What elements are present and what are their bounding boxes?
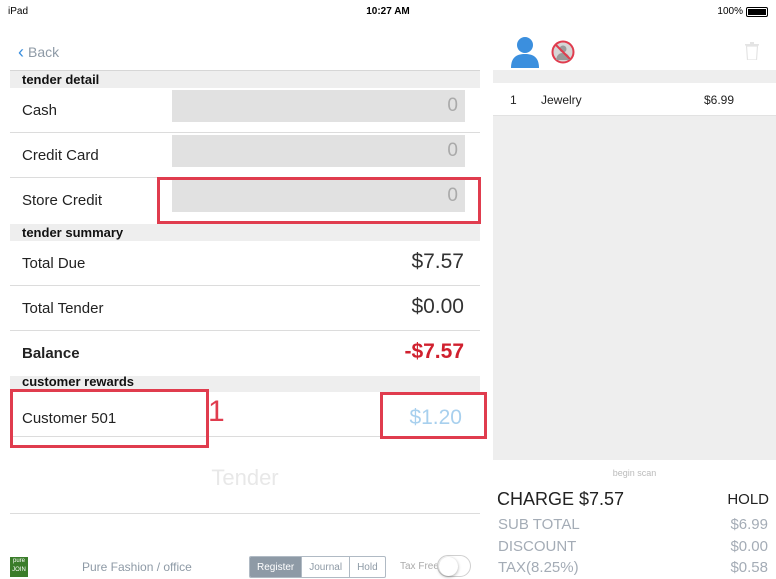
cash-label: Cash — [22, 102, 58, 119]
annotation-1: 1 — [208, 395, 225, 428]
total-tender-value: $0.00 — [411, 295, 464, 318]
tax-free-toggle[interactable] — [437, 555, 471, 577]
customer-icon[interactable] — [510, 36, 540, 68]
segment-register[interactable]: Register — [250, 557, 303, 577]
customer-highlight — [10, 389, 209, 448]
balance-label: Balance — [22, 345, 80, 362]
cart-item-row[interactable]: 1 Jewelry $6.99 — [493, 83, 776, 116]
tender-detail-header: tender detail — [10, 71, 480, 88]
total-due-value: $7.57 — [411, 250, 464, 273]
subtotal-label: SUB TOTAL — [498, 516, 580, 533]
clock: 10:27 AM — [366, 6, 410, 17]
item-price: $6.99 — [704, 93, 735, 107]
credit-card-input[interactable]: 0 — [172, 135, 465, 167]
status-bar: iPad 10:27 AM 100% — [0, 0, 776, 22]
total-due-row: Total Due $7.57 — [10, 241, 480, 286]
segment-journal[interactable]: Journal — [302, 557, 351, 577]
battery-icon — [746, 6, 768, 17]
back-button[interactable]: ‹ Back — [18, 42, 60, 62]
cart-empty-area — [493, 116, 776, 460]
segment-hold[interactable]: Hold — [350, 557, 385, 577]
tax-label: TAX(8.25%) — [498, 559, 579, 576]
trash-icon[interactable] — [745, 42, 759, 60]
tender-button[interactable]: Tender — [10, 455, 480, 505]
balance-value: -$7.57 — [404, 340, 464, 363]
reward-highlight — [380, 392, 487, 439]
pure-join-logo: pure JOIN — [10, 557, 28, 577]
charge-button[interactable]: CHARGE $7.57 — [497, 489, 624, 510]
store-credit-label: Store Credit — [22, 192, 103, 209]
total-due-label: Total Due — [22, 255, 86, 272]
tax-value: $0.58 — [730, 559, 768, 576]
credit-card-label: Credit Card — [22, 147, 99, 164]
balance-row: Balance -$7.57 — [10, 331, 480, 376]
total-tender-label: Total Tender — [22, 300, 104, 317]
discount-value: $0.00 — [730, 538, 768, 555]
store-credit-highlight — [157, 177, 481, 224]
store-name: Pure Fashion / office — [82, 560, 192, 574]
battery-percent: 100% — [717, 6, 743, 17]
logo-bottom: JOIN — [12, 567, 26, 573]
tax-free-label: Tax Free — [400, 561, 439, 572]
battery-status: 100% — [717, 6, 768, 17]
cart-header-band — [493, 70, 776, 83]
no-customer-icon[interactable] — [551, 40, 575, 64]
mode-segmented-control: Register Journal Hold — [249, 556, 386, 578]
begin-scan-hint: begin scan — [612, 468, 657, 478]
hold-button[interactable]: HOLD — [727, 491, 769, 508]
subtotal-value: $6.99 — [730, 516, 768, 533]
cash-row: Cash 0 — [10, 88, 480, 133]
credit-card-row: Credit Card 0 — [10, 133, 480, 178]
item-qty: 1 — [510, 93, 517, 107]
chevron-left-icon: ‹ — [18, 42, 24, 62]
divider — [10, 513, 480, 514]
discount-label: DISCOUNT — [498, 538, 577, 555]
tender-summary-header: tender summary — [10, 224, 480, 241]
cash-input[interactable]: 0 — [172, 90, 465, 122]
total-tender-row: Total Tender $0.00 — [10, 286, 480, 331]
item-name: Jewelry — [541, 93, 582, 107]
logo-top: pure — [12, 558, 25, 564]
back-label: Back — [28, 44, 60, 60]
